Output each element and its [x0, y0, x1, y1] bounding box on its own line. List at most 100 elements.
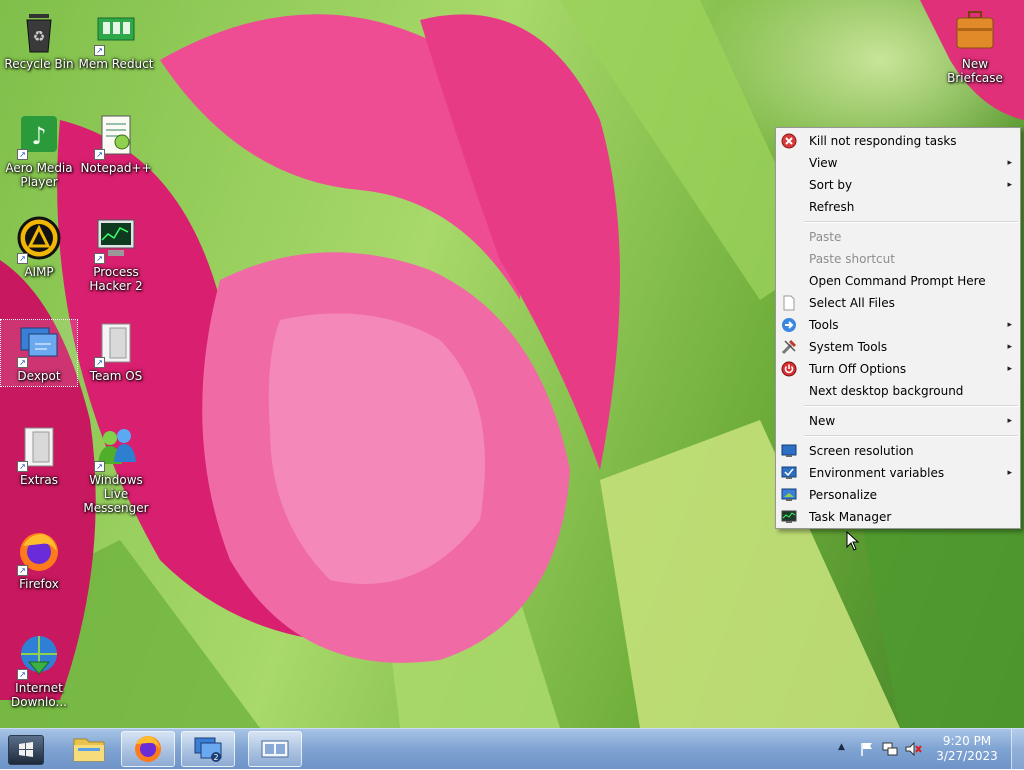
shortcut-arrow-icon: ↗: [17, 669, 28, 680]
taskbar-dexpot-button[interactable]: 2: [181, 731, 235, 767]
desktop-icon-process-hacker[interactable]: ↗ Process Hacker 2: [78, 216, 154, 293]
desktop-icon-new-briefcase[interactable]: New Briefcase: [935, 8, 1015, 85]
svg-text:2: 2: [213, 753, 218, 762]
menu-item-open-command-prompt-here[interactable]: Open Command Prompt Here: [776, 270, 1020, 292]
desktop-icon-notepad-plus-plus[interactable]: ↗ Notepad++: [78, 112, 154, 175]
desktop-icon-internet-download-manager[interactable]: ↗ Internet Downlo...: [1, 632, 77, 709]
monitor-graph-icon: ↗: [92, 216, 140, 264]
menu-item-tools[interactable]: Tools ▸: [776, 314, 1020, 336]
menu-item-label: Turn Off Options: [809, 362, 907, 376]
svg-text:♪: ♪: [31, 122, 46, 150]
menu-item-personalize[interactable]: Personalize: [776, 484, 1020, 506]
globe-download-icon: ↗: [15, 632, 63, 680]
start-button[interactable]: [8, 735, 44, 765]
shortcut-arrow-icon: ↗: [17, 461, 28, 472]
desktop-icon-dexpot[interactable]: ↗ Dexpot: [0, 319, 78, 387]
action-center-flag-icon[interactable]: [859, 741, 875, 757]
menu-item-system-tools[interactable]: System Tools ▸: [776, 336, 1020, 358]
volume-muted-icon[interactable]: [905, 741, 923, 757]
desktop-icon-label: Windows Live Messenger: [83, 473, 149, 515]
desktop-icon-mem-reduct[interactable]: ↗ Mem Reduct: [78, 8, 154, 71]
taskbar-task-view-button[interactable]: [248, 731, 302, 767]
shortcut-arrow-icon: ↗: [94, 357, 105, 368]
menu-item-label: Environment variables: [809, 466, 945, 480]
shortcut-arrow-icon: ↗: [94, 45, 105, 56]
submenu-arrow-icon: ▸: [1007, 416, 1012, 426]
desktop-icon-extras[interactable]: ↗ Extras: [1, 424, 77, 487]
taskbar-file-explorer-button[interactable]: [62, 731, 116, 767]
submenu-arrow-icon: ▸: [1007, 342, 1012, 352]
power-icon: [781, 361, 797, 377]
aimp-logo-icon: ↗: [15, 216, 63, 264]
svg-text:♻: ♻: [33, 29, 46, 45]
menu-item-paste: Paste: [776, 226, 1020, 248]
folder-icon: ↗: [15, 424, 63, 472]
menu-item-sort-by[interactable]: Sort by ▸: [776, 174, 1020, 196]
system-tray: ▲ 9:20 PM 3/27/2023: [832, 729, 1024, 769]
taskbar-clock[interactable]: 9:20 PM 3/27/2023: [932, 734, 1002, 764]
music-note-icon: ♪ ↗: [15, 112, 63, 160]
arrow-right-icon: [781, 317, 797, 333]
desktop-icon-recycle-bin[interactable]: ♻ Recycle Bin: [1, 8, 77, 71]
firefox-icon: [135, 736, 161, 762]
desktop-icon-aimp[interactable]: ↗ AIMP: [1, 216, 77, 279]
file-explorer-icon: [73, 738, 105, 762]
shortcut-arrow-icon: ↗: [94, 149, 105, 160]
menu-item-label: View: [809, 156, 838, 170]
desktop-context-menu: Kill not responding tasks View ▸ Sort by…: [775, 127, 1021, 529]
menu-separator: [804, 435, 1018, 437]
dexpot-icon: 2: [194, 737, 222, 762]
briefcase-icon: [951, 8, 999, 56]
menu-item-label: Screen resolution: [809, 444, 914, 458]
mouse-cursor-icon: [846, 531, 860, 551]
menu-item-label: Tools: [809, 318, 839, 332]
firefox-icon: ↗: [15, 528, 63, 576]
shortcut-arrow-icon: ↗: [94, 461, 105, 472]
task-manager-icon: [781, 509, 797, 525]
menu-item-task-manager[interactable]: Task Manager: [776, 506, 1020, 528]
desktop-icon-firefox[interactable]: ↗ Firefox: [1, 528, 77, 591]
menu-item-label: Task Manager: [809, 510, 892, 524]
menu-item-paste-shortcut: Paste shortcut: [776, 248, 1020, 270]
tools-icon: [781, 339, 797, 355]
desktop-icon-label: Extras: [20, 473, 58, 487]
menu-item-label: Personalize: [809, 488, 878, 502]
desktop-icon-label: Notepad++: [80, 161, 152, 175]
submenu-arrow-icon: ▸: [1007, 320, 1012, 330]
recycle-bin-icon: ♻: [15, 8, 63, 56]
desktop-icon-aero-media-player[interactable]: ♪ ↗ Aero Media Player: [1, 112, 77, 189]
menu-item-label: Kill not responding tasks: [809, 134, 957, 148]
shortcut-arrow-icon: ↗: [94, 253, 105, 264]
network-icon[interactable]: [882, 741, 898, 757]
submenu-arrow-icon: ▸: [1007, 468, 1012, 478]
menu-item-label: New: [809, 414, 836, 428]
menu-item-screen-resolution[interactable]: Screen resolution: [776, 440, 1020, 462]
personalize-icon: [781, 487, 797, 503]
desktop-icon-windows-live-messenger[interactable]: ↗ Windows Live Messenger: [78, 424, 154, 515]
page-icon: [781, 295, 797, 311]
desktop-icon-label: Mem Reduct: [78, 57, 154, 71]
menu-item-label: Next desktop background: [809, 384, 964, 398]
memory-chip-icon: ↗: [92, 8, 140, 56]
desktop-icon-label: Aero Media Player: [5, 161, 73, 189]
taskbar-firefox-button[interactable]: [121, 731, 175, 767]
menu-item-label: Open Command Prompt Here: [809, 274, 986, 288]
shortcut-arrow-icon: ↗: [17, 565, 28, 576]
messenger-buddies-icon: ↗: [92, 424, 140, 472]
submenu-arrow-icon: ▸: [1007, 158, 1012, 168]
desktop-icon-team-os[interactable]: ↗ Team OS: [78, 320, 154, 383]
task-view-icon: [261, 740, 289, 758]
tray-overflow-arrow-icon[interactable]: ▲: [838, 742, 845, 752]
menu-item-turn-off-options[interactable]: Turn Off Options ▸: [776, 358, 1020, 380]
menu-item-label: Select All Files: [809, 296, 895, 310]
menu-item-refresh[interactable]: Refresh: [776, 196, 1020, 218]
menu-item-environment-variables[interactable]: Environment variables ▸: [776, 462, 1020, 484]
menu-item-next-desktop-background[interactable]: Next desktop background: [776, 380, 1020, 402]
desktop-icon-label: Team OS: [89, 369, 143, 383]
submenu-arrow-icon: ▸: [1007, 180, 1012, 190]
menu-item-new[interactable]: New ▸: [776, 410, 1020, 432]
menu-item-kill-not-responding-tasks[interactable]: Kill not responding tasks: [776, 130, 1020, 152]
menu-item-view[interactable]: View ▸: [776, 152, 1020, 174]
menu-item-select-all-files[interactable]: Select All Files: [776, 292, 1020, 314]
show-desktop-button[interactable]: [1011, 729, 1024, 769]
